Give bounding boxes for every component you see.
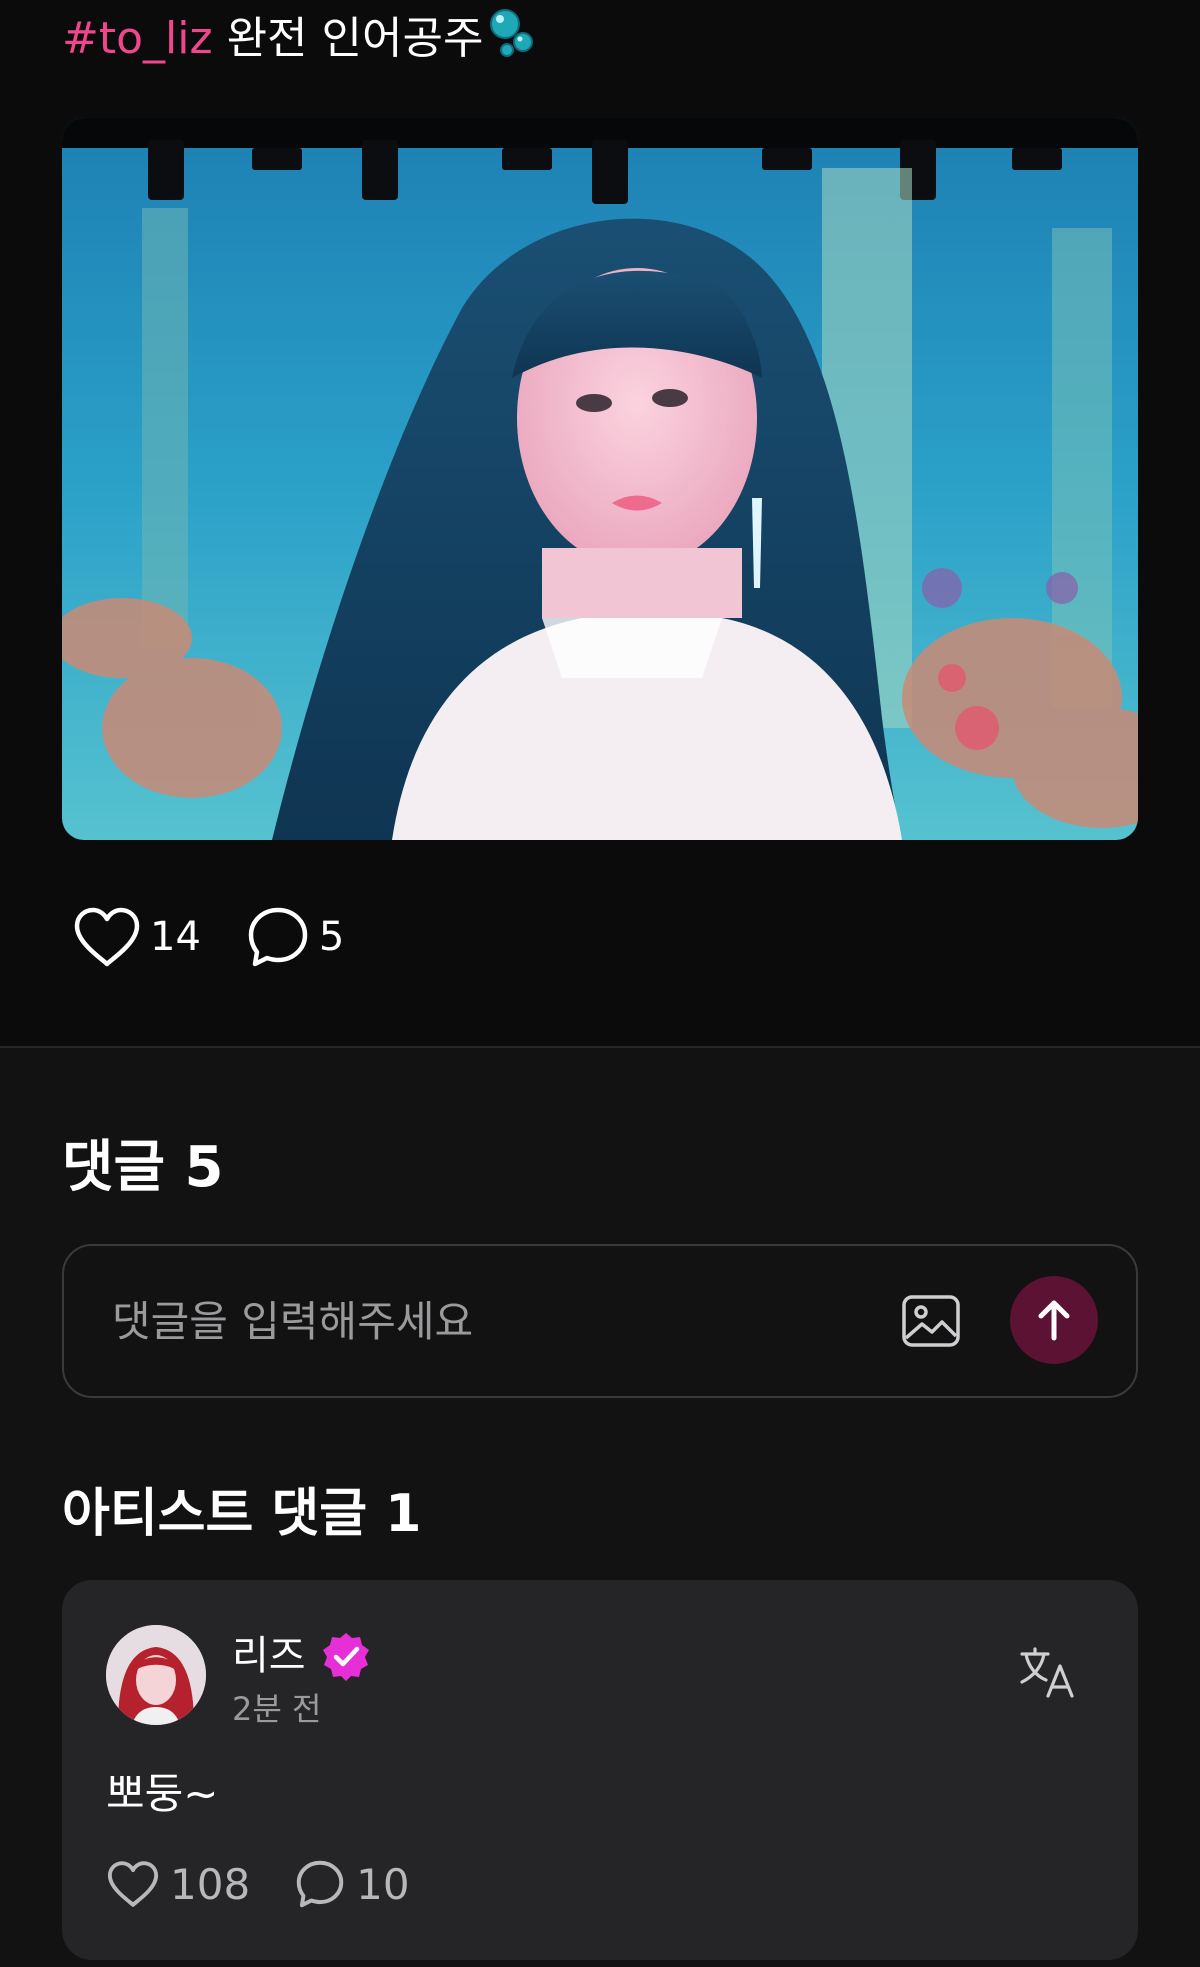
image-icon — [902, 1295, 960, 1347]
comments-title: 댓글 5 — [62, 1135, 224, 1200]
send-button[interactable] — [1010, 1276, 1098, 1364]
comment-bubble-icon — [296, 1860, 344, 1908]
translate-button[interactable] — [1018, 1646, 1076, 1700]
comment-text: 뽀둥~ — [106, 1769, 219, 1818]
author-name[interactable]: 리즈 — [232, 1632, 306, 1680]
bubbles-emoji-icon — [485, 6, 539, 76]
hashtag-link[interactable]: #to_liz — [62, 13, 213, 64]
comment-reply-count: 10 — [356, 1859, 410, 1909]
avatar-image — [106, 1625, 206, 1725]
comment-count: 5 — [318, 914, 345, 960]
comment-bubble-icon — [248, 907, 308, 967]
mermaid-photo-image — [62, 118, 1138, 840]
comment-actions: 108 10 — [106, 1858, 454, 1910]
caption-text: 완전 인어공주 — [212, 13, 484, 64]
comment-button[interactable]: 5 — [245, 904, 344, 970]
author-row: 리즈 — [232, 1630, 372, 1682]
heart-icon — [107, 1861, 159, 1907]
artist-comments-title: 아티스트 댓글 1 — [62, 1484, 422, 1544]
comment-like-button[interactable]: 108 — [106, 1860, 250, 1909]
arrow-up-icon — [1038, 1300, 1070, 1341]
artist-comment-card: 리즈 2분 전 뽀둥~ 108 10 — [62, 1580, 1138, 1960]
post-actions: 14 5 — [72, 900, 388, 974]
like-button[interactable]: 14 — [72, 906, 201, 968]
comment-like-count: 108 — [170, 1859, 251, 1909]
section-divider — [0, 1046, 1200, 1048]
verified-badge-icon — [322, 1633, 369, 1681]
translate-icon — [1020, 1647, 1074, 1698]
comment-reply-button[interactable]: 10 — [294, 1858, 410, 1910]
post-caption: #to_liz 완전 인어공주 — [62, 6, 539, 76]
comment-time: 2분 전 — [232, 1690, 322, 1728]
post-photo[interactable] — [62, 118, 1138, 840]
like-count: 14 — [150, 914, 201, 960]
attach-image-button[interactable] — [900, 1290, 962, 1352]
comment-input-box — [62, 1244, 1138, 1398]
heart-icon — [74, 907, 140, 967]
comment-input[interactable] — [110, 1290, 894, 1352]
avatar[interactable] — [106, 1625, 206, 1725]
post-area: #to_liz 완전 인어공주 14 5 — [0, 0, 1200, 1047]
